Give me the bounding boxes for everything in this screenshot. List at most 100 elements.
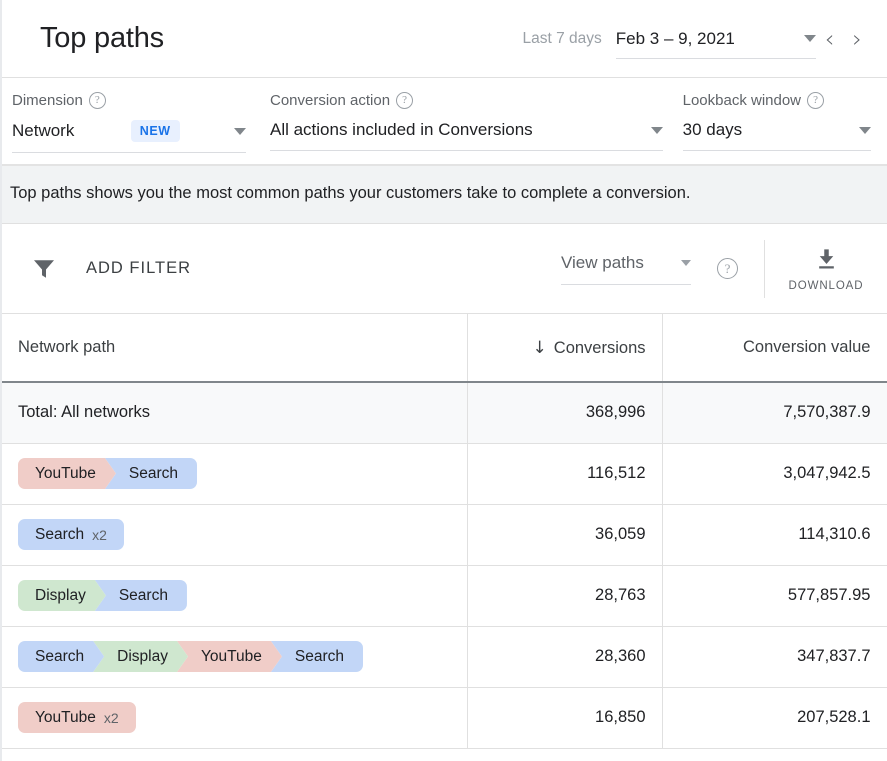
column-header-conversions-label: Conversions bbox=[553, 338, 646, 357]
column-header-conversions[interactable]: ↓ Conversions bbox=[467, 314, 663, 383]
conversion-action-control: Conversion action ? All actions included… bbox=[269, 92, 663, 151]
path-chip: YouTube bbox=[177, 641, 282, 672]
date-preset-label: Last 7 days bbox=[522, 29, 602, 47]
view-paths-label: View paths bbox=[561, 252, 644, 272]
dimension-select[interactable]: Network NEW bbox=[12, 120, 246, 153]
path-chip-label: Search bbox=[35, 647, 85, 665]
chevron-down-icon bbox=[803, 35, 816, 42]
path-chip: Search bbox=[104, 458, 198, 489]
cell-network-path: YouTube Search bbox=[2, 443, 468, 505]
download-button[interactable]: DOWNLOAD bbox=[765, 246, 887, 292]
path-chip: YouTube x2 bbox=[18, 702, 136, 733]
info-banner: Top paths shows you the most common path… bbox=[2, 166, 887, 224]
path-chip-label: YouTube bbox=[35, 464, 96, 482]
lookback-window-label-row: Lookback window ? bbox=[683, 92, 871, 109]
cell-network-path: YouTube x2 bbox=[2, 687, 468, 749]
path-chip-group: Search x2 bbox=[18, 519, 124, 550]
download-icon bbox=[818, 248, 834, 268]
lookback-window-select[interactable]: 30 days bbox=[682, 120, 871, 151]
cell-network-path: Search Display YouTube Search bbox=[2, 626, 468, 688]
new-badge: NEW bbox=[130, 120, 180, 142]
path-chip-label: Search bbox=[294, 647, 344, 665]
path-chip: Search bbox=[94, 580, 187, 611]
sort-descending-icon: ↓ bbox=[532, 337, 547, 358]
conversion-action-label: Conversion action bbox=[269, 92, 391, 109]
dimension-control: Dimension ? Network NEW bbox=[12, 92, 246, 153]
cell-network-path: Display Search bbox=[2, 565, 468, 627]
chevron-down-icon bbox=[858, 126, 871, 134]
path-chip-repeat-count: x2 bbox=[103, 709, 119, 726]
date-range-control: Last 7 days Feb 3 – 9, 2021 ‹ › bbox=[523, 19, 872, 59]
column-header-network-path[interactable]: Network path bbox=[2, 314, 468, 383]
controls-row: Dimension ? Network NEW Conversion actio… bbox=[2, 78, 887, 166]
help-icon[interactable]: ? bbox=[807, 92, 825, 109]
cell-network-path: Total: All networks bbox=[2, 382, 468, 444]
path-chip-label: Search bbox=[35, 525, 85, 543]
dimension-value: Network bbox=[12, 121, 75, 140]
table-header-row: Network path ↓ Conversions Conversion val… bbox=[2, 314, 887, 383]
download-label: DOWNLOAD bbox=[788, 279, 864, 292]
cell-conversions: 36,059 bbox=[467, 504, 663, 566]
top-paths-page: Top paths Last 7 days Feb 3 – 9, 2021 ‹ … bbox=[0, 0, 887, 761]
table-toolbar: ADD FILTER View paths ? DOWNLOAD bbox=[2, 224, 887, 314]
cell-conversions: 368,996 bbox=[467, 382, 663, 444]
chevron-down-icon bbox=[233, 127, 246, 135]
table-row[interactable]: Search x2 36,059 114,310.6 bbox=[2, 504, 887, 566]
table-row[interactable]: Search Display YouTube Search 28,360 347,837.… bbox=[2, 626, 887, 688]
column-header-conversion-value[interactable]: Conversion value bbox=[662, 314, 887, 383]
table-row[interactable]: Total: All networks 368,996 7,570,387.9 bbox=[2, 382, 887, 444]
path-chip: Search bbox=[270, 641, 363, 672]
conversion-action-select[interactable]: All actions included in Conversions bbox=[269, 120, 663, 151]
view-paths-control: View paths bbox=[561, 253, 691, 285]
dimension-label: Dimension bbox=[12, 92, 83, 109]
dimension-label-row: Dimension ? bbox=[12, 92, 246, 109]
table-row[interactable]: Display Search 28,763 577,857.95 bbox=[2, 565, 887, 627]
help-icon[interactable]: ? bbox=[396, 92, 414, 109]
cell-conversions: 16,850 bbox=[467, 687, 663, 749]
path-chip: Display bbox=[18, 580, 106, 611]
next-period-button[interactable]: › bbox=[843, 27, 871, 51]
conversion-action-value: All actions included in Conversions bbox=[269, 120, 533, 139]
path-chip-repeat-count: x2 bbox=[92, 526, 107, 543]
path-chip: Display bbox=[93, 641, 188, 672]
path-chip-group: YouTube Search bbox=[18, 458, 198, 489]
cell-conversion-value: 7,570,387.9 bbox=[662, 382, 887, 444]
table-body: Total: All networks 368,996 7,570,387.9 You… bbox=[2, 382, 887, 749]
path-chip-label: Display bbox=[35, 586, 86, 604]
cell-conversions: 28,360 bbox=[467, 626, 663, 688]
funnel-icon bbox=[34, 259, 54, 278]
paths-card: ADD FILTER View paths ? DOWNLOAD Network… bbox=[2, 224, 887, 749]
cell-conversion-value: 3,047,942.5 bbox=[662, 443, 887, 505]
cell-conversion-value: 207,528.1 bbox=[662, 687, 887, 749]
page-header: Top paths Last 7 days Feb 3 – 9, 2021 ‹ … bbox=[2, 0, 887, 78]
path-chip: YouTube bbox=[18, 458, 116, 489]
chevron-down-icon bbox=[650, 126, 663, 134]
path-chip-group: Display Search bbox=[18, 580, 187, 611]
cell-conversion-value: 577,857.95 bbox=[662, 565, 887, 627]
date-range-value: Feb 3 – 9, 2021 bbox=[615, 28, 735, 48]
path-chip: Search bbox=[18, 641, 104, 672]
lookback-window-value: 30 days bbox=[682, 120, 743, 139]
path-chip-label: Search bbox=[118, 586, 168, 604]
help-icon[interactable]: ? bbox=[88, 92, 106, 109]
lookback-window-control: Lookback window ? 30 days bbox=[682, 92, 871, 151]
help-icon[interactable]: ? bbox=[717, 258, 738, 279]
path-chip-group: YouTube x2 bbox=[18, 702, 136, 733]
path-chip-label: YouTube bbox=[200, 647, 262, 665]
table-row[interactable]: YouTube Search 116,512 3,047,942.5 bbox=[2, 443, 887, 505]
cell-conversions: 116,512 bbox=[467, 443, 663, 505]
path-chip-group: Search Display YouTube Search bbox=[18, 641, 363, 672]
add-filter-button[interactable]: ADD FILTER bbox=[86, 259, 561, 278]
filter-icon-wrap[interactable] bbox=[2, 254, 86, 284]
lookback-window-label: Lookback window bbox=[682, 92, 802, 109]
page-title: Top paths bbox=[40, 22, 164, 54]
previous-period-button[interactable]: ‹ bbox=[816, 27, 844, 51]
cell-conversion-value: 114,310.6 bbox=[662, 504, 887, 566]
view-paths-select[interactable]: View paths bbox=[561, 253, 691, 285]
path-chip-label: Display bbox=[117, 647, 168, 665]
chevron-down-icon bbox=[681, 259, 691, 266]
date-range-picker[interactable]: Feb 3 – 9, 2021 bbox=[615, 28, 816, 59]
table-row[interactable]: YouTube x2 16,850 207,528.1 bbox=[2, 687, 887, 749]
cell-conversions: 28,763 bbox=[467, 565, 663, 627]
total-label: Total: All networks bbox=[18, 403, 151, 422]
